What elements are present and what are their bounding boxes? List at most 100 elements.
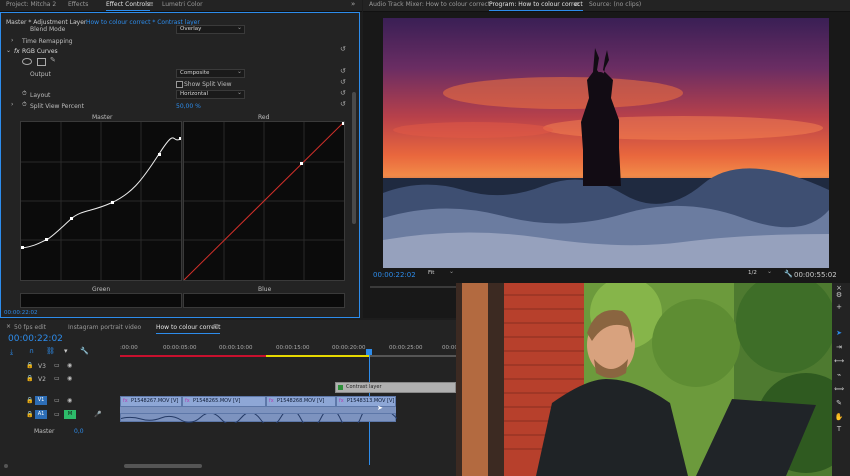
lock-icon[interactable]: 🔒 <box>26 397 33 404</box>
track-target-v1[interactable]: V1 <box>35 396 47 405</box>
tab-program-monitor[interactable]: Program: How to colour correct <box>489 1 583 11</box>
stopwatch-icon[interactable]: ⏱ <box>22 101 27 109</box>
curve-point <box>342 122 344 125</box>
zoom-fit-dropdown[interactable]: Fit <box>425 268 456 277</box>
pen-tool-icon[interactable]: ✎ <box>834 399 844 407</box>
track-header-a1[interactable]: A1 🔒 ▭ M 🎤 <box>0 409 118 421</box>
split-view-twirl-icon[interactable]: › <box>11 101 13 108</box>
video-clip[interactable]: fx P1548265.MOV [V] <box>182 396 266 407</box>
lock-icon[interactable]: 🔒 <box>26 411 33 418</box>
stopwatch-icon[interactable]: ⏱ <box>22 90 27 98</box>
show-split-view-label: Show Split View <box>184 81 232 88</box>
program-video-frame[interactable] <box>383 18 829 268</box>
track-header-v2[interactable]: 🔒 V2 ▭ ◉ <box>0 373 118 385</box>
split-view-percent-value[interactable]: 50,00 % <box>176 103 201 110</box>
track-header-v3[interactable]: 🔒 V3 ▭ ◉ <box>0 360 118 372</box>
tab-sequence-50fps[interactable]: 50 fps edit <box>14 324 46 331</box>
track-header-v1[interactable]: V1 🔒 ▭ ◉ <box>0 395 118 407</box>
program-timecode[interactable]: 00:00:22:02 <box>373 271 416 279</box>
red-curve-svg[interactable] <box>184 122 344 280</box>
reset-icon[interactable]: ↺ <box>340 45 346 53</box>
show-split-view-checkbox[interactable] <box>176 81 183 88</box>
tab-project[interactable]: Project: Mitcha 2 <box>6 1 56 8</box>
master-curve-graph[interactable] <box>20 121 182 281</box>
effect-controls-timecode[interactable]: 00:00:22:02 <box>4 310 38 316</box>
panel-menu-icon[interactable]: ≡ <box>148 0 154 8</box>
track-name: V2 <box>38 376 46 383</box>
mouse-cursor-icon: ➤ <box>377 404 383 412</box>
eye-icon[interactable]: ◉ <box>67 397 72 404</box>
tab-source-monitor[interactable]: Source: (no clips) <box>589 1 641 8</box>
tab-sequence-colour-correct[interactable]: How to colour correct <box>156 324 221 334</box>
video-clip[interactable]: fx P1548313.MOV [V] <box>336 396 396 407</box>
wrench-icon[interactable]: 🔧 <box>784 270 793 278</box>
linked-selection-icon[interactable]: ⛓ <box>46 347 55 355</box>
layout-dropdown[interactable]: Horizontal <box>176 89 245 99</box>
track-target-a1[interactable]: A1 <box>35 410 47 419</box>
tab-lumetri-color[interactable]: Lumetri Color <box>162 1 203 8</box>
blend-mode-dropdown[interactable]: Overlay <box>176 24 245 34</box>
master-curve-svg[interactable] <box>21 122 181 280</box>
adjustment-layer-clip[interactable]: Contrast layer <box>335 382 456 393</box>
effect-controls-scrollbar[interactable] <box>352 92 356 224</box>
slip-tool-icon[interactable]: ⟺ <box>834 385 844 393</box>
effect-twirl-icon[interactable]: ⌄ <box>6 47 11 54</box>
blue-curve-graph[interactable] <box>183 293 345 308</box>
settings-gear-icon[interactable]: ⚙ <box>834 291 844 299</box>
track-select-icon[interactable]: ⇥ <box>834 343 844 351</box>
panel-menu-icon[interactable]: ≡ <box>574 0 580 8</box>
add-icon[interactable]: + <box>834 303 844 311</box>
time-remapping-twirl-icon[interactable]: › <box>11 37 13 44</box>
audio-clip[interactable] <box>120 413 397 423</box>
video-clip[interactable]: fx P1548268.MOV [V] <box>266 396 336 407</box>
timeline-settings-icon[interactable]: 🔧 <box>80 347 89 355</box>
tab-sequence-instagram[interactable]: Instagram portrait video <box>68 324 141 331</box>
fx-badge-icon[interactable]: fx <box>14 48 20 55</box>
eye-icon[interactable]: ◉ <box>67 375 72 382</box>
lock-icon[interactable]: 🔒 <box>26 362 33 369</box>
sync-lock-icon[interactable]: ▭ <box>54 362 60 369</box>
tab-audio-track-mixer[interactable]: Audio Track Mixer: How to colour correct <box>369 1 490 8</box>
source-dropdown-icon[interactable]: ⌄ <box>74 17 79 24</box>
selection-tool-icon[interactable]: ➤ <box>834 329 844 337</box>
ripple-edit-icon[interactable]: ⟷ <box>834 357 844 365</box>
resolution-dropdown[interactable]: 1/2 <box>745 268 774 277</box>
effect-name[interactable]: RGB Curves <box>22 48 58 55</box>
video-clip[interactable]: fx P1548267.MOV [V] <box>120 396 182 407</box>
master-track-value[interactable]: 0,0 <box>74 428 84 435</box>
panel-close-icon[interactable]: × <box>6 323 11 330</box>
snap-magnet-icon[interactable]: ∩ <box>29 347 34 355</box>
reset-icon[interactable]: ↺ <box>340 78 346 86</box>
reset-icon[interactable]: ↺ <box>340 100 346 108</box>
lock-icon[interactable]: 🔒 <box>26 375 33 382</box>
tab-effect-controls[interactable]: Effect Controls <box>106 1 150 11</box>
pen-mask-icon[interactable]: ✎ <box>50 56 56 64</box>
time-remapping-label[interactable]: Time Remapping <box>22 38 73 45</box>
type-tool-icon[interactable]: T <box>834 425 844 433</box>
timeline-horizontal-scrollbar[interactable] <box>124 464 202 468</box>
tab-effects[interactable]: Effects <box>68 1 88 8</box>
ellipse-mask-icon[interactable] <box>22 58 32 65</box>
panel-expand-icon[interactable]: » <box>351 0 355 8</box>
reset-icon[interactable]: ↺ <box>340 67 346 75</box>
razor-tool-icon[interactable]: ⌁ <box>834 371 844 379</box>
timeline-timecode[interactable]: 00:00:22:02 <box>8 334 63 344</box>
sync-lock-icon[interactable]: ▭ <box>54 397 60 404</box>
mute-m-button[interactable]: M <box>64 410 76 419</box>
green-curve-graph[interactable] <box>20 293 182 308</box>
red-curve-graph[interactable] <box>183 121 345 281</box>
rectangle-mask-icon[interactable] <box>37 58 46 66</box>
add-marker-icon[interactable]: ▾ <box>64 347 68 355</box>
hand-tool-icon[interactable]: ✋ <box>834 413 844 421</box>
reset-icon[interactable]: ↺ <box>340 89 346 97</box>
sync-lock-icon[interactable]: ▭ <box>54 411 60 418</box>
adjustment-clip-label: Contrast layer <box>346 384 382 390</box>
microphone-icon[interactable]: 🎤 <box>94 411 101 418</box>
output-dropdown[interactable]: Composite <box>176 68 245 78</box>
clip-label: P1548313.MOV [V] <box>347 398 395 404</box>
insert-overwrite-icon[interactable]: ⤓ <box>10 348 13 357</box>
timeline-left-scrollbar[interactable] <box>4 464 8 468</box>
panel-menu-icon[interactable]: ≡ <box>213 322 219 330</box>
sync-lock-icon[interactable]: ▭ <box>54 375 60 382</box>
eye-icon[interactable]: ◉ <box>67 362 72 369</box>
